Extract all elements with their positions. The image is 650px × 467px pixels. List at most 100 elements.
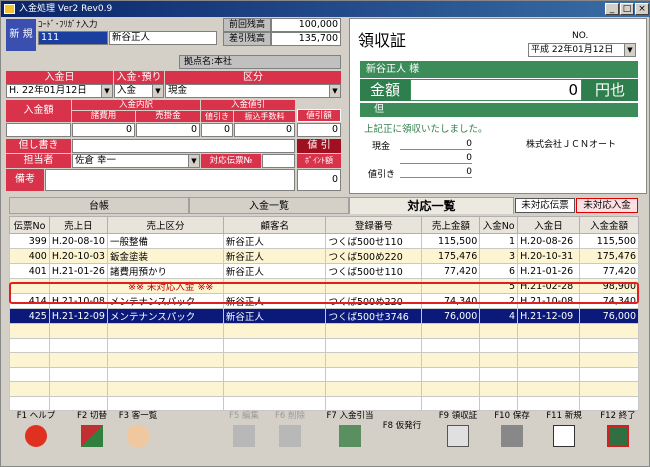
chevron-down-icon[interactable]: ▼ (152, 85, 163, 97)
table-cell (479, 352, 519, 368)
table-cell (517, 352, 581, 368)
table-cell: 77,420 (579, 263, 639, 279)
column-header[interactable]: 登録番号 (325, 216, 423, 234)
fkey-label: F6 削除 (275, 411, 305, 421)
taiou-label: 対応伝票№ (201, 154, 261, 168)
uriage-input[interactable]: 0 (136, 123, 200, 137)
receipt-date-select[interactable]: 平成 22年01月12日 ▼ (528, 43, 636, 57)
table-cell: 4 (479, 308, 519, 324)
table-cell: 新谷正人 (222, 233, 327, 249)
biko-input[interactable] (45, 169, 295, 191)
table-row[interactable]: 399 H.20-08-10 一般整備 新谷正人 つくば500せ110 115,500 1 H… (9, 233, 639, 249)
column-header[interactable]: 売上日 (48, 216, 108, 234)
chevron-down-icon[interactable]: ▼ (188, 155, 199, 167)
column-header[interactable]: 伝票No (9, 216, 50, 234)
nyukin-date-value: H. 22年01月12日 (9, 85, 87, 96)
name-input[interactable]: 新谷正人 (109, 31, 217, 45)
table-cell: 425 (9, 308, 50, 324)
receipt-amount-label: 金額 (360, 79, 410, 101)
fkey-f7-button[interactable]: F7 入金引当 (325, 409, 375, 455)
fkey-label: F2 切替 (77, 411, 107, 421)
tanto-select[interactable]: 佐倉 幸一 ▼ (72, 154, 200, 168)
minimize-button[interactable]: _ (605, 3, 619, 15)
maximize-button[interactable]: □ (620, 3, 634, 15)
column-header[interactable]: 入金日 (517, 216, 581, 234)
table-cell: H.20-08-10 (48, 233, 108, 249)
receipt-amount-value: 0 (410, 79, 582, 101)
column-header[interactable]: 売上金額 (421, 216, 481, 234)
table-row-empty (9, 323, 639, 339)
table-cell (48, 323, 108, 339)
mitaiou-denpyo-button[interactable]: 未対応伝票 (515, 198, 575, 213)
table-cell (479, 366, 519, 382)
code-input[interactable]: 111 (38, 31, 108, 45)
table-row[interactable]: 425 H.21-12-09 メンテナンスパック 新谷正人 つくば500せ3746 76,… (9, 308, 639, 324)
allocate-icon (339, 425, 361, 447)
fkey-f11-button[interactable]: F11 新規 (539, 409, 589, 455)
table-cell (9, 366, 50, 382)
nebiki-amount-button[interactable]: 値引額 (297, 109, 341, 122)
mitaiou-nyukin-button[interactable]: 未対応入金 (576, 198, 638, 213)
printer-icon (447, 425, 469, 447)
close-button[interactable]: × (635, 3, 649, 15)
fkey-f12-button[interactable]: F12 終了 (593, 409, 643, 455)
amount-label: 入金額 (6, 100, 71, 122)
receipt-yen-label: 円也 (582, 79, 638, 101)
nyukin-type-select[interactable]: 入金 ▼ (114, 84, 164, 98)
tadashi-input[interactable] (72, 139, 295, 153)
table-cell (421, 366, 481, 382)
table-cell: 400 (9, 248, 50, 264)
nebiki-button[interactable]: 値 引 (297, 139, 341, 153)
table-cell: 175,476 (421, 248, 481, 264)
detail-label: 入金内訳 (72, 100, 200, 110)
save-icon (501, 425, 523, 447)
biko-label: 備考 (6, 169, 44, 191)
table-row[interactable]: 400 H.20-10-03 鈑金塗装 新谷正人 つくば500め220 175,476 3 H… (9, 248, 639, 264)
chevron-down-icon[interactable]: ▼ (101, 85, 112, 97)
chevron-down-icon[interactable]: ▼ (329, 85, 340, 97)
receipt-genkin-value: 0 (400, 139, 472, 150)
customers-icon (127, 425, 149, 447)
table-row-empty (9, 352, 639, 368)
fkey-f6-button[interactable]: F6 削除 (265, 409, 315, 455)
fkey-f5-button[interactable]: F5 編集 (219, 409, 269, 455)
table-cell (222, 337, 327, 353)
nebiki-input[interactable]: 0 (201, 123, 233, 137)
tab-nyukin-list[interactable]: 入金一覧 (189, 197, 349, 214)
fkey-label: F5 編集 (229, 411, 259, 421)
table-cell: 76,000 (421, 308, 481, 324)
column-header[interactable]: 売上区分 (106, 216, 224, 234)
table-cell (106, 323, 224, 339)
tab-taiou-list[interactable]: 対応一覧 (349, 197, 514, 214)
fkey-f1-button[interactable]: F1 ヘルプ (11, 409, 61, 455)
taiou-input[interactable] (262, 154, 295, 168)
prev-balance-value: 100,000 (271, 18, 341, 32)
table-cell (579, 352, 639, 368)
column-header[interactable]: 入金金額 (579, 216, 639, 234)
column-header[interactable]: 顧客名 (222, 216, 327, 234)
fkey-f2-button[interactable]: F2 切替 (67, 409, 117, 455)
fkey-f8-button[interactable]: F8 仮発行 (377, 409, 427, 455)
table-cell: 新谷正人 (222, 263, 327, 279)
shohi-input[interactable]: 0 (72, 123, 135, 137)
table-cell (479, 323, 519, 339)
fkey-f10-button[interactable]: F10 保存 (487, 409, 537, 455)
kubun-value: 現金 (168, 85, 188, 96)
kubun-select[interactable]: 現金 ▼ (165, 84, 341, 98)
nyukin-date-select[interactable]: H. 22年01月12日 ▼ (6, 84, 113, 98)
app-icon (4, 4, 15, 14)
point-input[interactable]: 0 (297, 169, 341, 191)
highlight-box (9, 282, 639, 304)
fkey-f9-button[interactable]: F9 領収証 (433, 409, 483, 455)
hikiage-label: 入金値引 (201, 100, 295, 110)
chevron-down-icon[interactable]: ▼ (624, 44, 635, 56)
table-cell: 6 (479, 263, 519, 279)
table-row[interactable]: 401 H.21-01-26 諸費用預かり 新谷正人 つくば500せ110 77,420 6… (9, 263, 639, 279)
fkey-f3-button[interactable]: F3 客一覧 (113, 409, 163, 455)
amount-input[interactable] (6, 123, 71, 137)
tab-ledger[interactable]: 台帳 (9, 197, 189, 214)
table-cell: 新谷正人 (222, 248, 327, 264)
nyukin-date-label: 入金日 (6, 71, 113, 84)
column-header[interactable]: 入金No (479, 216, 519, 234)
furikomi-input[interactable]: 0 (234, 123, 295, 137)
